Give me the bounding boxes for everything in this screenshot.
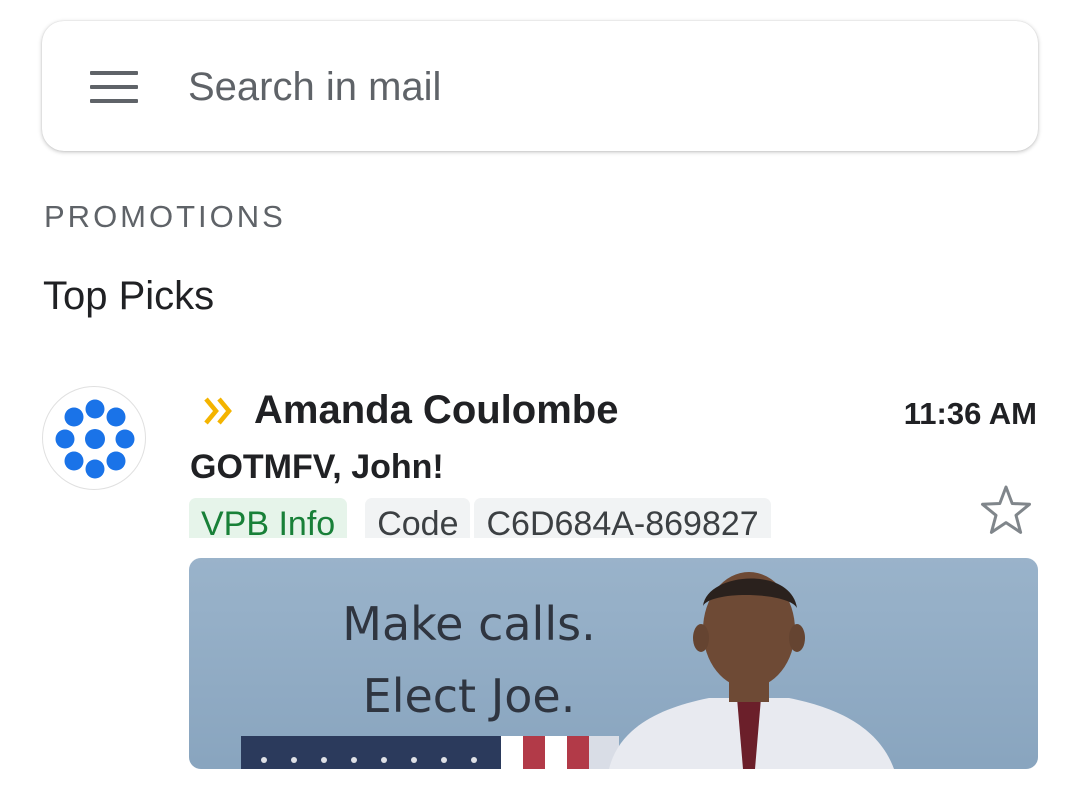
search-bar[interactable] xyxy=(42,21,1038,151)
promo-photo: Make calls. Elect Joe. xyxy=(189,558,1038,769)
section-label: PROMOTIONS xyxy=(44,199,286,234)
star-outline-icon[interactable] xyxy=(980,484,1032,536)
email-chips: VPB Info Code C6D684A-869827 xyxy=(189,498,771,538)
label-chip-code[interactable]: Code xyxy=(365,498,471,538)
importance-marker-icon[interactable] xyxy=(202,393,238,429)
email-subject: GOTMFV, John! xyxy=(190,448,444,486)
menu-icon[interactable] xyxy=(90,71,138,103)
promo-image[interactable]: Make calls. Elect Joe. xyxy=(189,558,1038,769)
sender-avatar[interactable] xyxy=(42,386,146,490)
group-title: Top Picks xyxy=(43,274,215,318)
search-input[interactable] xyxy=(188,61,968,113)
promo-line-2: Elect Joe. xyxy=(363,669,576,723)
label-chip-vpb-info[interactable]: VPB Info xyxy=(189,498,348,538)
promo-line-1: Make calls. xyxy=(342,597,595,651)
flag-canton xyxy=(241,736,501,769)
dots-logo-icon xyxy=(55,399,135,479)
email-sender: Amanda Coulombe xyxy=(254,388,619,432)
email-time: 11:36 AM xyxy=(903,396,1037,431)
label-chip-code-value[interactable]: C6D684A-869827 xyxy=(474,498,771,538)
